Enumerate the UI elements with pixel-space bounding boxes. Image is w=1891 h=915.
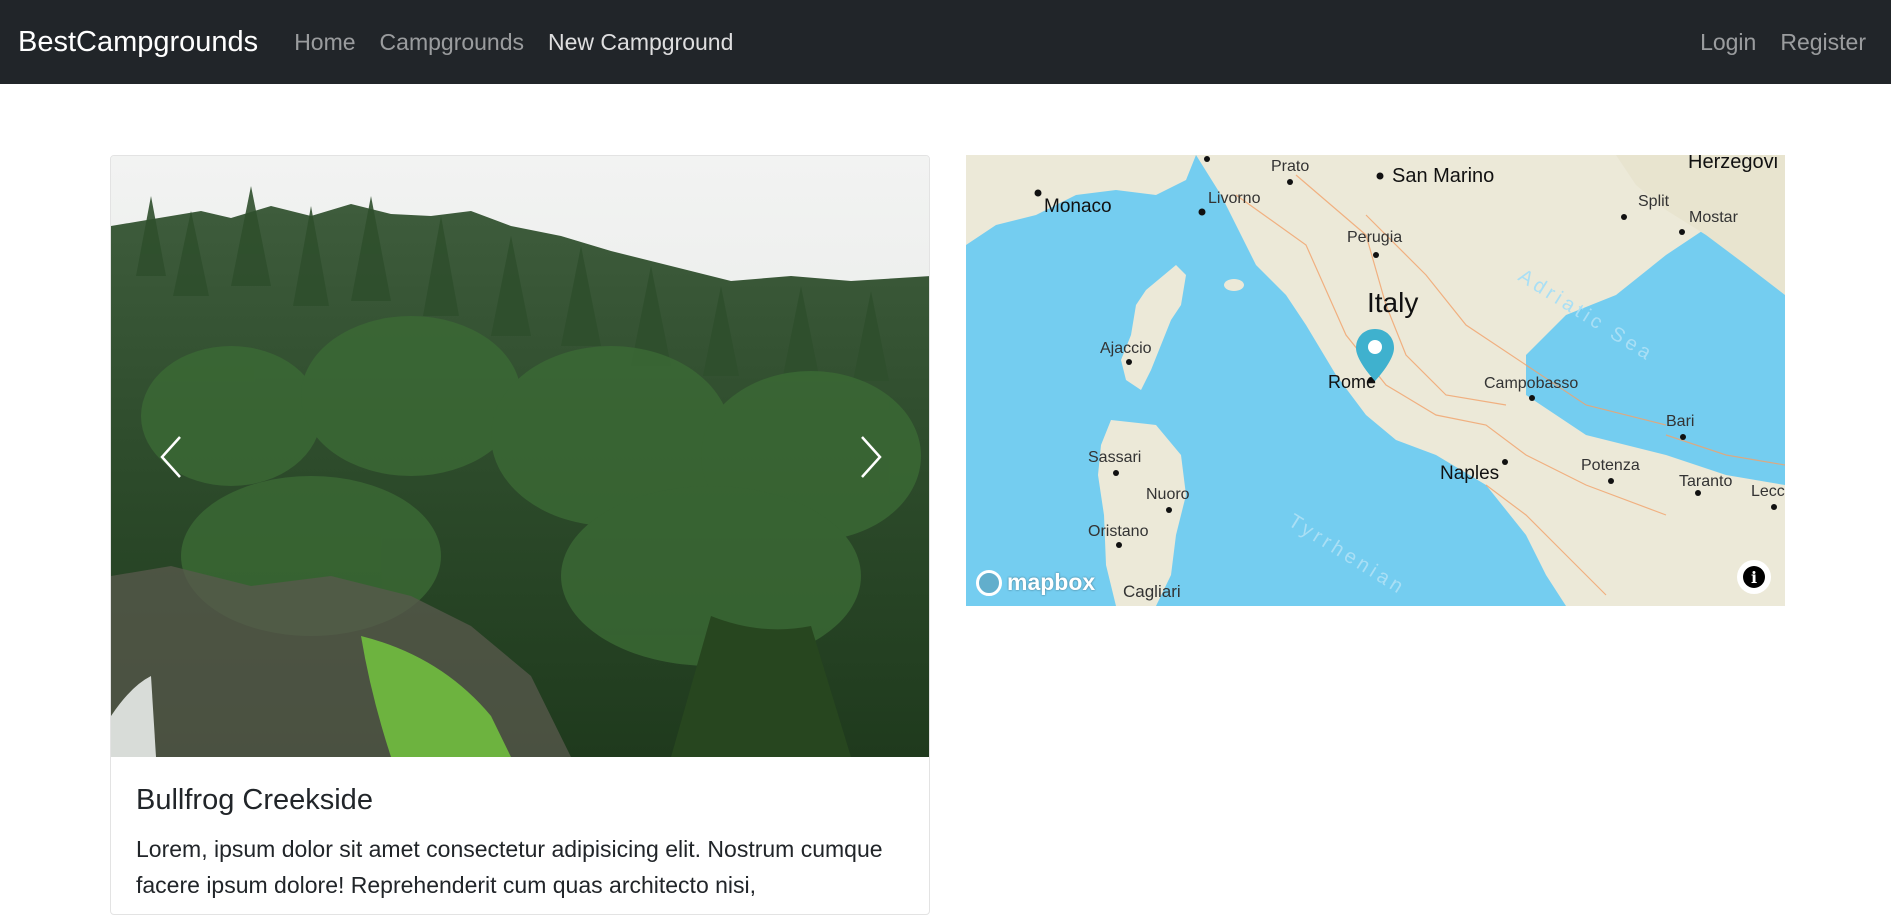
chevron-left-icon [160, 435, 181, 478]
carousel-next-button[interactable] [811, 156, 929, 757]
map-label-cagliari: Cagliari [1123, 582, 1181, 601]
mapbox-logo[interactable]: mapbox [976, 569, 1095, 596]
mapbox-logo-icon [976, 569, 1002, 596]
map-label-taranto: Taranto [1679, 473, 1733, 490]
campground-photo [111, 156, 929, 757]
map-label-livorno: Livorno [1208, 190, 1261, 207]
nav-register[interactable]: Register [1768, 29, 1873, 56]
map-label-mostar: Mostar [1689, 209, 1738, 226]
campground-card: Bullfrog Creekside Lorem, ipsum dolor si… [110, 155, 930, 915]
map[interactable]: Monaco Livorno Prato San Marino Perugia … [966, 155, 1785, 606]
navbar: BestCampgrounds Home Campgrounds New Cam… [0, 0, 1891, 84]
map-label-sassari: Sassari [1088, 449, 1142, 466]
map-label-naples: Naples [1440, 463, 1500, 484]
map-label-lecce: Lecc [1751, 483, 1785, 500]
map-label-monaco: Monaco [1044, 196, 1112, 217]
map-label-herzegovina: Herzegovi [1688, 155, 1779, 173]
map-label-ajaccio: Ajaccio [1100, 340, 1152, 357]
chevron-right-icon [861, 435, 882, 478]
map-pin-icon[interactable] [1354, 327, 1396, 383]
campground-description: Lorem, ipsum dolor sit amet consectetur … [136, 836, 883, 898]
map-label-italy: Italy [1367, 287, 1419, 318]
mapbox-attribution: mapbox [1007, 569, 1096, 595]
nav-new-campground[interactable]: New Campground [536, 29, 745, 56]
map-label-potenza: Potenza [1581, 457, 1640, 474]
image-carousel [111, 156, 929, 757]
map-label-perugia: Perugia [1347, 229, 1403, 246]
map-label-campobasso: Campobasso [1484, 375, 1579, 392]
map-label-oristano: Oristano [1088, 523, 1149, 540]
map-label-san-marino: San Marino [1392, 165, 1495, 187]
card-body: Bullfrog Creekside Lorem, ipsum dolor si… [111, 757, 929, 903]
brand-link[interactable]: BestCampgrounds [18, 26, 258, 59]
nav-login[interactable]: Login [1688, 29, 1768, 56]
campground-title: Bullfrog Creekside [136, 784, 373, 816]
map-label-nuoro: Nuoro [1146, 486, 1190, 503]
map-info-button[interactable]: i [1737, 560, 1771, 594]
nav-campgrounds[interactable]: Campgrounds [368, 29, 536, 56]
nav-auth: Login Register [1688, 29, 1873, 56]
carousel-prev-button[interactable] [111, 156, 231, 757]
map-label-split: Split [1638, 193, 1670, 210]
map-label-bari: Bari [1666, 413, 1695, 430]
map-label-prato: Prato [1271, 158, 1310, 175]
nav-home[interactable]: Home [282, 29, 367, 56]
info-icon: i [1743, 566, 1765, 588]
